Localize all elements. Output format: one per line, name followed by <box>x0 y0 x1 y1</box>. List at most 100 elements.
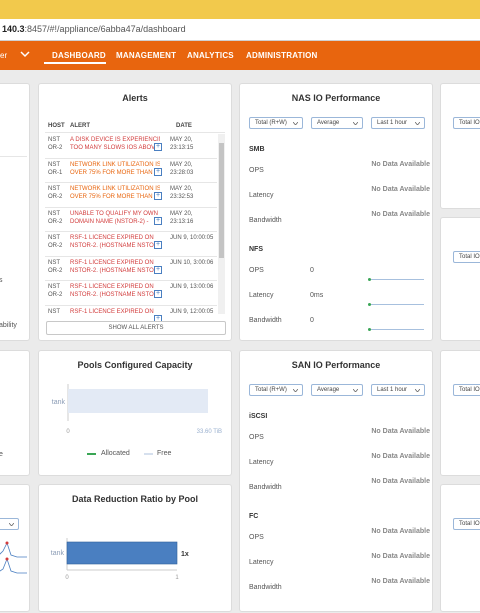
fc-bandwidth-no-data: No Data Available <box>371 578 430 585</box>
nfs-ops-sparkline <box>368 279 424 280</box>
smb-bandwidth-label: Bandwidth <box>249 217 282 224</box>
nav-administration[interactable]: ADMINISTRATION <box>246 51 318 60</box>
alert-message: NSTOR-2. (HOSTNAME NSTOI <box>70 267 154 274</box>
right-partial-card-2: Total IO <box>440 217 480 341</box>
aggregation-select-value: Average <box>317 120 340 126</box>
alert-host: OR-2 <box>48 292 63 298</box>
iscsi-latency-no-data: No Data Available <box>371 453 430 460</box>
nav-analytics[interactable]: ANALYTICS <box>187 51 234 60</box>
partial-metric-select[interactable]: Total IO <box>453 384 480 396</box>
expand-alert-icon[interactable]: + <box>154 216 162 225</box>
column-header-host[interactable]: HOST <box>48 123 65 129</box>
aggregation-select[interactable]: Average <box>311 384 363 396</box>
iscsi-section-label: iSCSI <box>249 413 268 420</box>
alert-host: OR-2 <box>48 267 63 274</box>
alert-message: UNABLE TO QUALIFY MY OWN <box>70 210 158 217</box>
alert-host: OR-2 <box>48 145 63 151</box>
expand-alert-icon[interactable]: + <box>154 290 162 298</box>
nfs-bandwidth-value: 0 <box>310 317 314 324</box>
metric-select[interactable]: Total (R+W) <box>249 384 303 396</box>
partial-metric-select[interactable]: Total IO <box>453 518 480 530</box>
alert-host: NST <box>48 284 60 290</box>
time-range-select[interactable]: Last 1 hour <box>371 384 425 396</box>
metric-select[interactable]: Total (R+W) <box>249 117 303 129</box>
iscsi-bandwidth-label: Bandwidth <box>249 484 282 491</box>
left-partial-card-1: s ability <box>0 83 30 341</box>
alert-host: NST <box>48 259 60 266</box>
alert-message: TOO MANY SLOWS IOS ABOV <box>70 145 154 151</box>
chevron-down-icon <box>293 389 298 392</box>
left-partial-card-2: e <box>0 350 30 476</box>
alert-date: JUN 9, 12:00:05 <box>170 308 214 315</box>
address-bar[interactable]: 140.3:8457/#!/appliance/6abba47a/dashboa… <box>0 19 480 41</box>
fc-section-label: FC <box>249 513 259 520</box>
smb-ops-no-data: No Data Available <box>371 161 430 168</box>
x-tick-label: 0 <box>66 429 70 435</box>
partial-text: e <box>0 451 3 458</box>
partial-metric-select[interactable]: Total IO <box>453 117 480 129</box>
nav-management[interactable]: MANAGEMENT <box>116 51 176 60</box>
url-path: :8457/#!/appliance/6abba47a/dashboard <box>24 24 186 34</box>
nfs-latency-value: 0ms <box>310 292 324 299</box>
x-tick-label: 0 <box>65 575 69 581</box>
alert-date: MAY 20, <box>170 186 193 192</box>
partial-metric-select[interactable]: Total IO <box>453 251 480 263</box>
alert-date: MAY 20, <box>170 161 193 168</box>
alerts-card: Alerts HOST ALERT DATE NST OR-2 A DISK DEV… <box>38 83 232 341</box>
show-all-alerts-button[interactable]: SHOW ALL ALERTS <box>46 321 226 335</box>
pools-capacity-card: Pools Configured Capacity tank 0 33.60 TiB… <box>38 350 232 476</box>
time-range-select[interactable]: Last 1 hour <box>371 117 425 129</box>
nas-io-title: NAS IO Performance <box>291 93 381 103</box>
url-text[interactable]: 140.3:8457/#!/appliance/6abba47a/dashboa… <box>2 24 186 34</box>
alert-host: OR-1 <box>48 169 63 176</box>
column-header-date[interactable]: DATE <box>176 123 192 129</box>
alert-message: RSF-1 LICENCE EXPIRED ON <box>70 259 154 266</box>
nfs-ops-label: OPS <box>249 267 264 274</box>
iscsi-ops-label: OPS <box>249 434 264 441</box>
nfs-section-label: NFS <box>249 246 263 253</box>
alert-message: OVER 75% FOR MORE THAN <box>70 169 153 176</box>
expand-alert-icon[interactable]: + <box>154 167 162 176</box>
row-divider <box>45 304 217 306</box>
time-range-select-value: Last 1 hour <box>377 387 408 393</box>
expand-alert-icon[interactable]: + <box>154 143 162 151</box>
aggregation-select-value: Average <box>317 387 340 393</box>
scrollbar-thumb[interactable] <box>219 143 224 258</box>
chevron-down-icon[interactable] <box>20 49 30 59</box>
alert-host: NST <box>48 161 60 168</box>
right-partial-card-1: Total IO <box>440 83 480 209</box>
chevron-down-icon <box>353 389 358 392</box>
mini-line-chart <box>0 541 27 574</box>
partial-select-value: Total IO <box>459 120 480 126</box>
nfs-bandwidth-label: Bandwidth <box>249 317 282 324</box>
allocated-legend-label: Allocated <box>101 450 130 457</box>
alert-message: NETWORK LINK UTILIZATION IS <box>70 161 160 168</box>
alert-host: NST <box>48 235 60 241</box>
free-legend-label: Free <box>157 450 172 457</box>
browser-tab-strip <box>0 0 480 19</box>
free-legend-swatch <box>144 453 153 455</box>
nfs-latency-sparkline-dot <box>368 303 371 306</box>
expand-alert-icon[interactable]: + <box>154 241 162 249</box>
appliance-selector-label[interactable]: er <box>0 51 7 60</box>
column-header-alert[interactable]: ALERT <box>70 123 90 129</box>
fc-latency-label: Latency <box>249 559 274 566</box>
allocated-legend-swatch <box>87 453 96 455</box>
data-reduction-title: Data Reduction Ratio by Pool <box>71 494 198 504</box>
alerts-title: Alerts <box>122 93 148 103</box>
time-range-select-value: Last 1 hour <box>377 120 408 126</box>
row-divider <box>45 255 217 257</box>
nav-dashboard[interactable]: DASHBOARD <box>52 51 106 60</box>
expand-alert-icon[interactable]: + <box>154 192 162 200</box>
alert-date: MAY 20, <box>170 210 193 217</box>
expand-alert-icon[interactable]: + <box>154 265 162 274</box>
partial-text: ability <box>0 322 17 329</box>
aggregation-select[interactable]: Average <box>311 117 363 129</box>
partial-select-value: Total IO <box>459 387 480 393</box>
data-reduction-card: Data Reduction Ratio by Pool tank 1x 0 1 <box>38 484 232 612</box>
nfs-bandwidth-sparkline <box>368 329 424 330</box>
partial-select[interactable] <box>0 518 19 530</box>
alerts-scrollbar[interactable] <box>218 134 225 314</box>
alert-message: RSF-1 LICENCE EXPIRED ON <box>70 235 154 241</box>
chevron-down-icon <box>293 122 298 125</box>
